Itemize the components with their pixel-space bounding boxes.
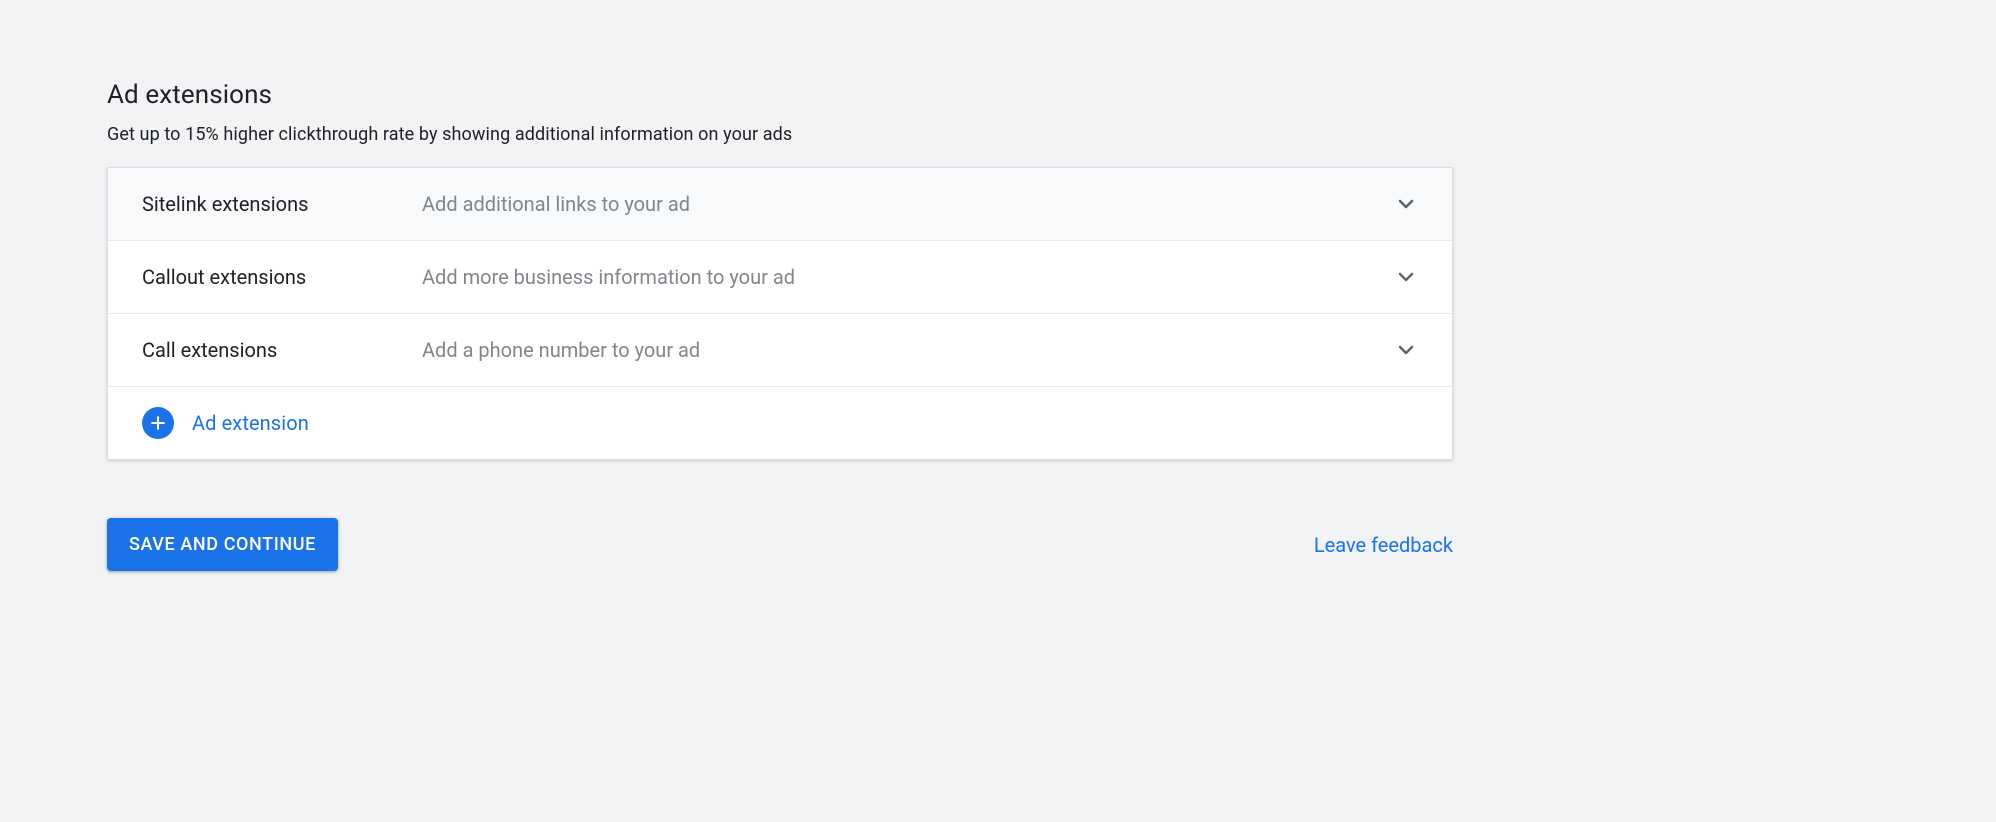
ad-extensions-panel: Ad extensions Get up to 15% higher click… (107, 80, 1453, 571)
chevron-down-icon (1394, 192, 1418, 216)
extension-row-sitelink[interactable]: Sitelink extensions Add additional links… (108, 168, 1452, 241)
actions-bar: SAVE AND CONTINUE Leave feedback (107, 518, 1453, 571)
leave-feedback-link[interactable]: Leave feedback (1314, 533, 1453, 557)
extension-description: Add more business information to your ad (422, 265, 1378, 289)
extension-row-callout[interactable]: Callout extensions Add more business inf… (108, 241, 1452, 314)
add-extension-button[interactable]: Ad extension (108, 387, 1452, 459)
extension-row-call[interactable]: Call extensions Add a phone number to yo… (108, 314, 1452, 387)
extension-label: Sitelink extensions (142, 192, 422, 216)
plus-icon (142, 407, 174, 439)
extension-description: Add additional links to your ad (422, 192, 1378, 216)
page-subtitle: Get up to 15% higher clickthrough rate b… (107, 124, 1453, 145)
extension-description: Add a phone number to your ad (422, 338, 1378, 362)
page-title: Ad extensions (107, 80, 1453, 110)
extension-label: Callout extensions (142, 265, 422, 289)
add-extension-label: Ad extension (192, 411, 309, 435)
save-and-continue-button[interactable]: SAVE AND CONTINUE (107, 518, 338, 571)
extension-label: Call extensions (142, 338, 422, 362)
chevron-down-icon (1394, 338, 1418, 362)
chevron-down-icon (1394, 265, 1418, 289)
extensions-card: Sitelink extensions Add additional links… (107, 167, 1453, 460)
